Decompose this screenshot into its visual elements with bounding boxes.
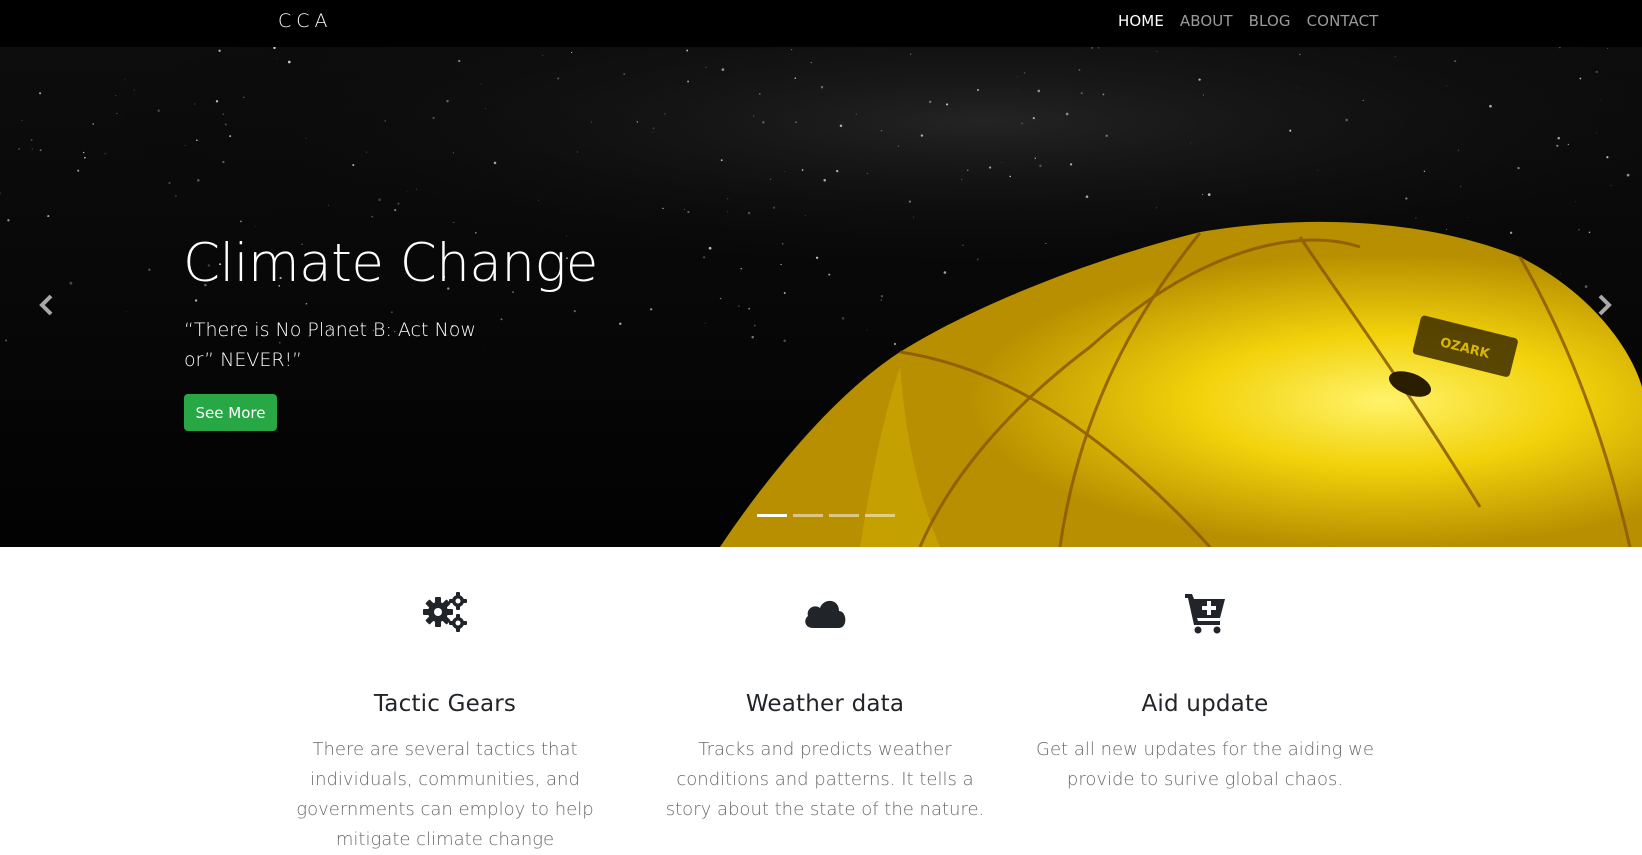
hero-background-image: OZARK bbox=[0, 47, 1642, 547]
navbar: CCA HOME ABOUT BLOG CONTACT bbox=[0, 0, 1642, 47]
brand-logo[interactable]: CCA bbox=[278, 10, 333, 32]
nav-links: HOME ABOUT BLOG CONTACT bbox=[1118, 12, 1378, 30]
nav-link-contact[interactable]: CONTACT bbox=[1307, 12, 1379, 30]
see-more-button[interactable]: See More bbox=[184, 394, 277, 431]
carousel-prev-button[interactable] bbox=[31, 285, 61, 325]
feature-description: Get all new updates for the aiding we pr… bbox=[1036, 739, 1374, 790]
feature-description: Tracks and predicts weather conditions a… bbox=[665, 739, 985, 820]
hero-title: Climate Change bbox=[183, 233, 598, 294]
nav-link-blog[interactable]: BLOG bbox=[1249, 12, 1291, 30]
feature-title: Aid update bbox=[1141, 691, 1269, 717]
carousel-indicator[interactable] bbox=[865, 514, 895, 517]
carousel-indicator[interactable] bbox=[829, 514, 859, 517]
gears-icon bbox=[423, 592, 467, 632]
feature-title: Tactic Gears bbox=[373, 691, 517, 717]
hero-carousel: OZARK Climate Change “There is No Planet… bbox=[0, 47, 1642, 547]
feature-description: There are several tactics that individua… bbox=[296, 739, 594, 850]
feature-tactic-gears: Tactic Gears There are several tactics t… bbox=[265, 590, 625, 855]
chevron-right-icon bbox=[1598, 294, 1612, 316]
carousel-next-button[interactable] bbox=[1590, 285, 1620, 325]
carousel-indicator[interactable] bbox=[757, 514, 787, 517]
feature-aid-update: Aid update Get all new updates for the a… bbox=[1025, 590, 1385, 795]
carousel-indicator[interactable] bbox=[793, 514, 823, 517]
feature-weather-data: Weather data Tracks and predicts weather… bbox=[645, 590, 1005, 825]
hero-quote: “There is No Planet B: Act Now or” NEVER… bbox=[184, 319, 476, 371]
cart-plus-icon bbox=[1185, 594, 1225, 634]
cloud-icon bbox=[805, 600, 846, 628]
chevron-left-icon bbox=[39, 294, 53, 316]
nav-link-about[interactable]: ABOUT bbox=[1180, 12, 1233, 30]
feature-title: Weather data bbox=[745, 691, 905, 717]
carousel-indicators bbox=[757, 514, 895, 517]
nav-link-home[interactable]: HOME bbox=[1118, 12, 1164, 30]
